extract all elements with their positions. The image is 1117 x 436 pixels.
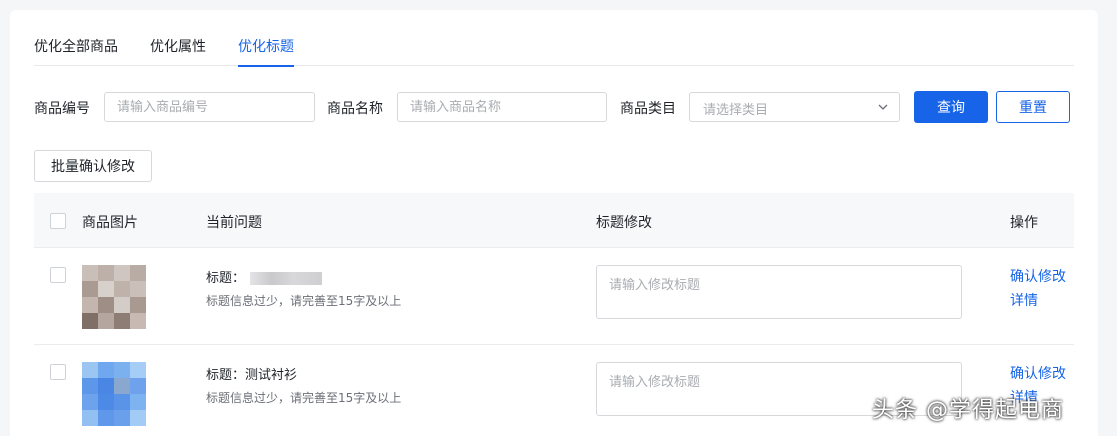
header-actions: 操作 [1010,215,1038,231]
category-label: 商品类目 [620,101,676,117]
main-card: 优化全部商品 优化属性 优化标题 商品编号 商品名称 商品类目 请选择类目 查询… [10,10,1098,436]
row-checkbox[interactable] [50,364,66,380]
product-thumbnail [82,362,146,426]
category-select-placeholder: 请选择类目 [703,103,769,118]
issue-description: 标题信息过少，请完善至15字及以上 [206,294,402,308]
header-title-edit: 标题修改 [596,215,652,231]
product-code-input[interactable] [104,92,315,122]
details-link[interactable]: 详情 [1010,290,1038,310]
query-button[interactable]: 查询 [914,91,988,123]
issue-description: 标题信息过少，请完善至15字及以上 [206,391,402,405]
header-current-issue: 当前问题 [206,215,262,231]
category-select[interactable]: 请选择类目 [689,92,900,122]
watermark: 头条 @学得起电商 [872,398,1064,423]
product-title: 标题：测试衬衫 [206,368,298,383]
product-thumbnail [82,265,146,329]
select-all-checkbox[interactable] [50,213,66,229]
blurred-title-text [250,272,322,285]
product-name-label: 商品名称 [327,101,383,117]
tab-optimize-all[interactable]: 优化全部商品 [34,36,118,66]
table-row: 标题： 标题信息过少，请完善至15字及以上 确认修改 详情 [34,248,1074,345]
tab-optimize-title[interactable]: 优化标题 [238,36,294,67]
row-checkbox[interactable] [50,267,66,283]
confirm-edit-link[interactable]: 确认修改 [1010,363,1066,383]
product-title: 标题： [206,271,246,286]
tab-bar: 优化全部商品 优化属性 优化标题 [34,32,1074,67]
table-header: 商品图片 当前问题 标题修改 操作 [34,193,1074,248]
reset-button[interactable]: 重置 [996,91,1070,123]
title-edit-input[interactable] [596,265,962,319]
product-name-input[interactable] [397,92,607,122]
chevron-down-icon [878,104,888,110]
tab-optimize-attributes[interactable]: 优化属性 [150,36,206,66]
confirm-edit-link[interactable]: 确认修改 [1010,266,1066,286]
product-code-label: 商品编号 [34,101,90,117]
batch-confirm-button[interactable]: 批量确认修改 [34,150,152,182]
header-product-image: 商品图片 [82,215,138,231]
